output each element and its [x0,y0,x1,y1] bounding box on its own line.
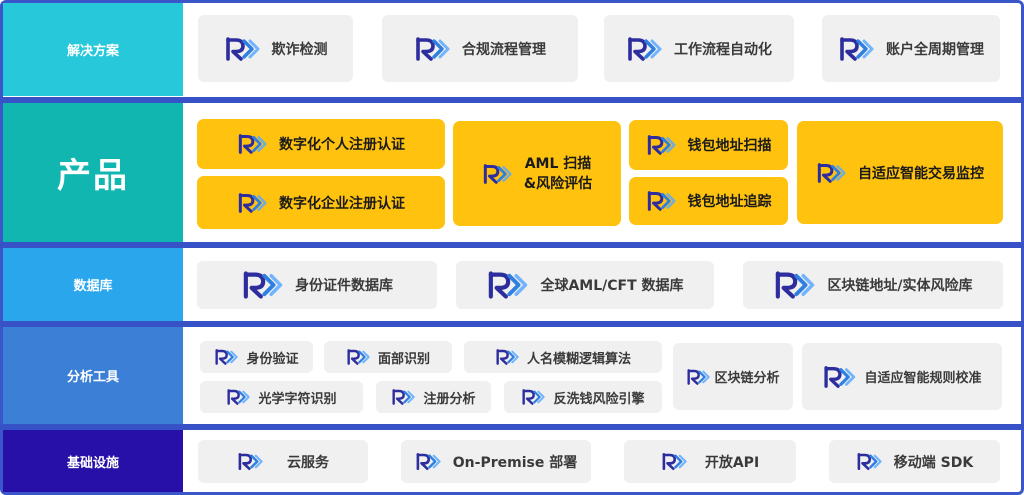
tool-label: 注册分析 [423,391,476,407]
solution-fraud-detection[interactable]: 欺诈检测 [198,15,353,82]
r-chevron-logo-icon [486,270,528,300]
database-id-documents[interactable]: 身份证件数据库 [197,261,437,309]
r-chevron-logo-icon [521,388,545,406]
row-separator [0,242,1024,248]
solution-workflow-automation[interactable]: 工作流程自动化 [604,15,794,82]
product-transaction-monitoring[interactable]: 自适应智能交易监控 [797,121,1003,224]
r-chevron-logo-icon [646,134,676,156]
row-label-products: 产品 [3,103,183,242]
product-label: 钱包地址追踪 [687,194,772,210]
r-chevron-logo-icon [495,348,519,366]
tool-identity-verification[interactable]: 身份验证 [200,341,313,373]
row-label-infra-text: 基础设施 [66,455,119,471]
infra-mobile-sdk[interactable]: 移动端 SDK [829,440,1000,483]
row-label-solutions: 解决方案 [3,3,183,96]
infra-label: 移动端 SDK [893,454,974,471]
row-label-infra: 基础设施 [3,430,183,492]
database-label: 区块链地址/实体风险库 [827,278,973,294]
product-individual-onboarding[interactable]: 数字化个人注册认证 [197,119,445,169]
product-aml-screening[interactable]: AML 扫描 &风险评估 [453,121,621,226]
solution-compliance-workflow[interactable]: 合规流程管理 [382,15,578,82]
r-chevron-logo-icon [646,190,676,212]
r-chevron-logo-icon [856,452,882,471]
product-label: 数字化企业注册认证 [279,195,405,212]
tool-label: 身份验证 [246,351,299,367]
row-label-products-text: 产品 [57,156,129,196]
r-chevron-logo-icon [816,162,846,184]
infra-on-premise[interactable]: On-Premise 部署 [401,440,591,483]
tool-label: 反洗钱风险引擎 [553,391,645,407]
r-chevron-logo-icon [226,388,250,406]
r-chevron-logo-icon [391,388,415,406]
tool-label: 光学字符识别 [258,391,337,407]
r-chevron-logo-icon [773,270,815,300]
r-chevron-logo-icon [838,36,874,62]
row-label-tools-text: 分析工具 [66,370,119,385]
r-chevron-logo-icon [415,452,441,471]
solution-label: 欺诈检测 [271,41,328,58]
r-chevron-logo-icon [482,163,512,185]
tool-label: 区块链分析 [714,371,780,386]
product-label: 钱包地址扫描 [687,138,772,154]
tool-aml-risk-engine[interactable]: 反洗钱风险引擎 [504,381,662,413]
r-chevron-logo-icon [237,192,267,214]
infra-cloud[interactable]: 云服务 [198,440,368,483]
solution-label: 账户全周期管理 [886,41,984,58]
tool-registration-analysis[interactable]: 注册分析 [376,381,491,413]
infra-open-api[interactable]: 开放API [624,440,796,483]
tool-label: 人名模糊逻辑算法 [526,351,631,367]
database-global-aml-cft[interactable]: 全球AML/CFT 数据库 [456,261,714,309]
row-separator [0,424,1024,430]
solution-label: 合规流程管理 [462,41,546,58]
database-label: 全球AML/CFT 数据库 [540,278,684,294]
product-wallet-tracing[interactable]: 钱包地址追踪 [629,177,788,225]
row-separator [0,321,1024,327]
tool-fuzzy-name-matching[interactable]: 人名模糊逻辑算法 [464,341,662,373]
product-wallet-screening[interactable]: 钱包地址扫描 [629,120,788,170]
tool-ocr[interactable]: 光学字符识别 [200,381,363,413]
solution-label: 工作流程自动化 [674,41,772,58]
tool-face-recognition[interactable]: 面部识别 [324,341,452,373]
r-chevron-logo-icon [241,270,283,300]
product-label: 数字化个人注册认证 [279,137,405,153]
row-label-tools: 分析工具 [3,327,183,424]
infra-label: 开放API [704,454,760,471]
r-chevron-logo-icon [822,365,856,389]
r-chevron-logo-icon [346,348,370,366]
r-chevron-logo-icon [686,368,710,386]
r-chevron-logo-icon [237,133,267,155]
product-label: 自适应智能交易监控 [858,165,984,182]
r-chevron-logo-icon [661,452,687,471]
r-chevron-logo-icon [414,36,450,62]
r-chevron-logo-icon [626,36,662,62]
row-label-database: 数据库 [3,248,183,321]
tool-blockchain-analysis[interactable]: 区块链分析 [673,343,793,410]
r-chevron-logo-icon [224,36,260,62]
database-blockchain-risk[interactable]: 区块链地址/实体风险库 [743,261,1003,309]
row-label-solutions-text: 解决方案 [66,44,119,59]
row-label-database-text: 数据库 [73,279,113,294]
product-label: AML 扫描 &风险评估 [523,155,593,192]
tool-label: 自适应智能规则校准 [864,371,982,386]
r-chevron-logo-icon [214,348,238,366]
solution-account-lifecycle[interactable]: 账户全周期管理 [822,15,1000,82]
infra-label: On-Premise 部署 [452,454,578,471]
tool-label: 面部识别 [377,351,430,367]
r-chevron-logo-icon [237,452,263,471]
row-separator [0,97,1024,103]
product-business-onboarding[interactable]: 数字化企业注册认证 [197,176,445,229]
database-label: 身份证件数据库 [295,278,393,294]
infra-label: 云服务 [287,454,329,471]
tool-adaptive-rule-calibration[interactable]: 自适应智能规则校准 [802,343,1002,410]
